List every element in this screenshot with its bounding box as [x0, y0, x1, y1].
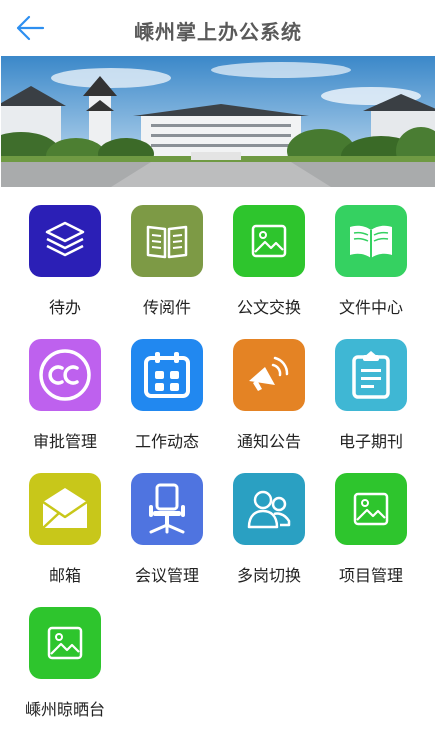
tile-icon-box: [233, 473, 305, 545]
open-book-icon: [350, 225, 392, 258]
tile-label: 电子期刊: [338, 432, 403, 451]
cc-icon: [39, 349, 91, 401]
tile-icon-box: [131, 205, 203, 277]
tile-e-journal[interactable]: 电子期刊: [320, 321, 422, 451]
image-icon: [251, 224, 287, 258]
tile-icon-box: [131, 339, 203, 411]
tile-icon-box: [335, 205, 407, 277]
tile-circulation[interactable]: 传阅件: [116, 187, 218, 317]
tile-icon-box: [29, 205, 101, 277]
page-title: 嵊州掌上办公系统: [134, 20, 302, 44]
app-grid: 待办 传阅件 公文交换 文件中心 审批管理 工作动态 通知公告 电子期刊 邮箱 …: [0, 187, 436, 737]
chair-icon: [149, 483, 185, 534]
tile-shengzhou-platform[interactable]: 嵊州晾晒台: [14, 589, 116, 719]
tile-file-center[interactable]: 文件中心: [320, 187, 422, 317]
tile-icon-box: [335, 339, 407, 411]
layers-icon: [45, 221, 85, 257]
tile-icon-box: [233, 205, 305, 277]
calendar-icon: [144, 352, 190, 398]
image-icon: [47, 626, 83, 660]
tile-todo[interactable]: 待办: [14, 187, 116, 317]
book-icon: [146, 225, 188, 259]
app-header: 嵊州掌上办公系统: [0, 0, 436, 56]
tile-work-news[interactable]: 工作动态: [116, 321, 218, 451]
tile-notice[interactable]: 通知公告: [218, 321, 320, 451]
tile-icon-box: [29, 473, 101, 545]
tile-icon-box: [29, 339, 101, 411]
envelope-icon: [42, 488, 88, 529]
campus-banner-image: [1, 56, 435, 187]
tile-meeting[interactable]: 会议管理: [116, 455, 218, 585]
tile-approval[interactable]: 审批管理: [14, 321, 116, 451]
tile-document-exchange[interactable]: 公文交换: [218, 187, 320, 317]
tile-role-switch[interactable]: 多岗切换: [218, 455, 320, 585]
tile-project[interactable]: 项目管理: [320, 455, 422, 585]
clipboard-icon: [352, 351, 390, 399]
tile-icon-box: [335, 473, 407, 545]
image-icon: [353, 492, 389, 526]
users-icon: [247, 490, 291, 529]
tile-label: 嵊州晾晒台: [24, 700, 105, 719]
tile-icon-box: [131, 473, 203, 545]
tile-label: 文件中心: [338, 298, 403, 317]
tile-icon-box: [29, 607, 101, 679]
tile-mailbox[interactable]: 邮箱: [14, 455, 116, 585]
tile-label: 项目管理: [338, 566, 403, 585]
tile-icon-box: [233, 339, 305, 411]
megaphone-icon: [249, 356, 289, 391]
